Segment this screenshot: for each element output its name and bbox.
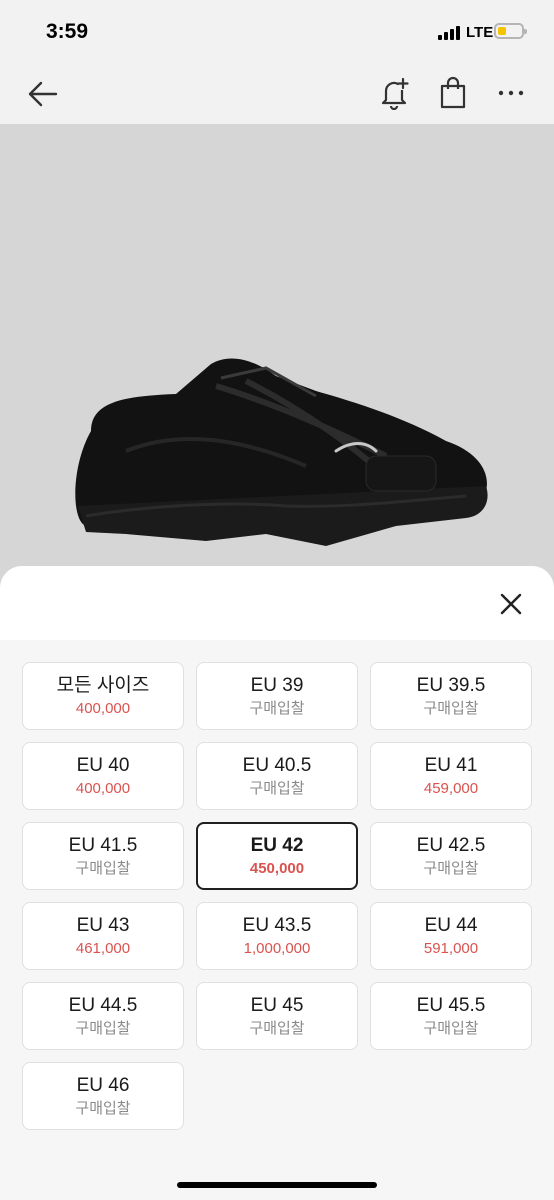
size-label: 모든 사이즈 <box>56 675 150 696</box>
size-label: EU 42 <box>250 835 304 856</box>
size-label: EU 40 <box>76 755 130 776</box>
product-image-area <box>0 124 554 584</box>
close-icon[interactable] <box>497 590 525 618</box>
size-label: EU 41 <box>424 755 478 776</box>
size-option[interactable]: EU 42.5 구매입찰 <box>370 822 532 890</box>
battery-icon <box>494 23 527 39</box>
size-option[interactable]: EU 39.5 구매입찰 <box>370 662 532 730</box>
back-arrow-icon[interactable] <box>26 78 60 110</box>
status-time: 3:59 <box>46 20 89 43</box>
size-option[interactable]: EU 41 459,000 <box>370 742 532 810</box>
signal-icon <box>438 26 460 40</box>
size-price: 400,000 <box>75 700 131 717</box>
top-nav <box>0 64 554 124</box>
size-option[interactable]: EU 44 591,000 <box>370 902 532 970</box>
size-option[interactable]: EU 40 400,000 <box>22 742 184 810</box>
size-grid-area: 모든 사이즈 400,000 EU 39 구매입찰 EU 39.5 구매입찰 EU 40 40… <box>0 640 554 1200</box>
size-option[interactable]: 모든 사이즈 400,000 <box>22 662 184 730</box>
size-price: 구매입찰 <box>423 700 479 717</box>
size-price: 461,000 <box>75 940 131 957</box>
size-label: EU 40.5 <box>242 755 312 776</box>
size-label: EU 43 <box>76 915 130 936</box>
size-selection-sheet: 모든 사이즈 400,000 EU 39 구매입찰 EU 39.5 구매입찰 EU 40 40… <box>0 566 554 1200</box>
size-label: EU 44 <box>424 915 478 936</box>
size-price: 구매입찰 <box>249 780 305 797</box>
size-price: 구매입찰 <box>249 1020 305 1037</box>
sheet-header <box>0 566 554 640</box>
size-option[interactable]: EU 45.5 구매입찰 <box>370 982 532 1050</box>
size-option[interactable]: EU 41.5 구매입찰 <box>22 822 184 890</box>
size-option[interactable]: EU 39 구매입찰 <box>196 662 358 730</box>
size-price: 400,000 <box>75 780 131 797</box>
size-price: 구매입찰 <box>423 860 479 877</box>
size-option[interactable]: EU 46 구매입찰 <box>22 1062 184 1130</box>
size-option[interactable]: EU 40.5 구매입찰 <box>196 742 358 810</box>
size-label: EU 39.5 <box>416 675 486 696</box>
shopping-bag-icon[interactable] <box>437 76 469 110</box>
size-price: 459,000 <box>423 780 479 797</box>
size-label: EU 39 <box>250 675 304 696</box>
product-image <box>75 358 488 546</box>
size-price: 구매입찰 <box>75 860 131 877</box>
size-label: EU 46 <box>76 1075 130 1096</box>
size-option[interactable]: EU 45 구매입찰 <box>196 982 358 1050</box>
size-label: EU 44.5 <box>68 995 138 1016</box>
size-label: EU 43.5 <box>242 915 312 936</box>
size-label: EU 45.5 <box>416 995 486 1016</box>
more-dots-icon[interactable] <box>496 82 526 104</box>
size-option[interactable]: EU 43 461,000 <box>22 902 184 970</box>
status-bar: 3:59 LTE <box>0 0 554 64</box>
size-label: EU 42.5 <box>416 835 486 856</box>
size-option[interactable]: EU 44.5 구매입찰 <box>22 982 184 1050</box>
size-price: 591,000 <box>423 940 479 957</box>
size-price: 구매입찰 <box>249 700 305 717</box>
size-price: 450,000 <box>249 860 305 877</box>
home-indicator <box>177 1182 377 1188</box>
size-price: 구매입찰 <box>423 1020 479 1037</box>
bell-plus-icon[interactable] <box>378 76 410 110</box>
size-price: 구매입찰 <box>75 1020 131 1037</box>
size-price: 구매입찰 <box>75 1100 131 1117</box>
size-option[interactable]: EU 42 450,000 <box>196 822 358 890</box>
size-price: 1,000,000 <box>243 940 311 957</box>
size-option[interactable]: EU 43.5 1,000,000 <box>196 902 358 970</box>
size-label: EU 41.5 <box>68 835 138 856</box>
network-label: LTE <box>466 24 494 41</box>
size-label: EU 45 <box>250 995 304 1016</box>
